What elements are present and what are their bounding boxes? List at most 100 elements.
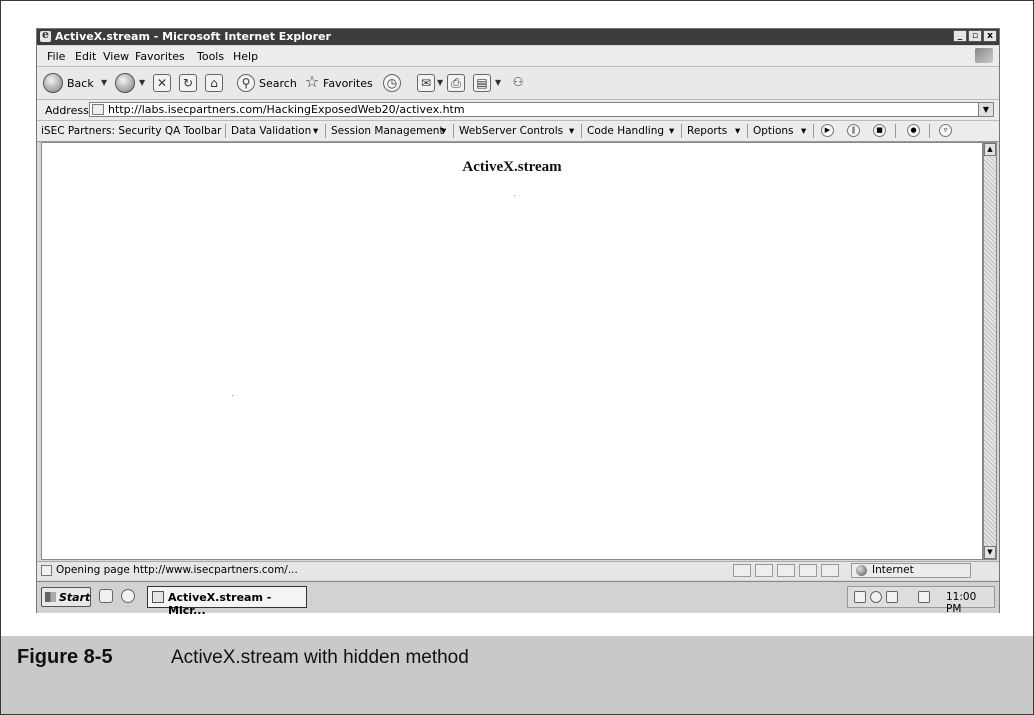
security-zone: Internet [851, 563, 971, 578]
edit-dropdown-icon[interactable]: ▼ [495, 78, 501, 87]
menu-webserver-controls[interactable]: WebServer Controls [459, 125, 563, 137]
toolbar-separator [929, 124, 930, 138]
status-pane [777, 564, 795, 577]
system-tray: 11:00 PM [847, 586, 995, 615]
code-handling-dropdown-icon[interactable]: ▾ [669, 125, 674, 137]
favorites-star-icon[interactable]: ☆ [303, 74, 321, 92]
history-icon[interactable]: ◷ [383, 74, 401, 92]
menu-file[interactable]: File [47, 50, 65, 63]
ie-icon [40, 28, 51, 42]
vertical-scrollbar[interactable]: ▲ ▼ [983, 142, 997, 560]
figure-caption: Figure 8-5 ActiveX.stream with hidden me… [1, 636, 1033, 714]
back-button-label[interactable]: Back [67, 77, 94, 90]
play-icon[interactable]: ▶ [821, 124, 834, 137]
menu-view[interactable]: View [103, 50, 129, 63]
hidden-activex-object [232, 395, 233, 396]
isec-security-toolbar: iSEC Partners: Security QA Toolbar Data … [37, 121, 999, 142]
isec-toolbar-title: iSEC Partners: Security QA Toolbar [41, 125, 222, 137]
menu-data-validation[interactable]: Data Validation [231, 125, 311, 137]
quicklaunch-desktop-icon[interactable] [99, 589, 113, 603]
menu-favorites[interactable]: Favorites [135, 50, 185, 63]
tray-app-icon[interactable] [886, 591, 898, 603]
tray-security-shield-icon[interactable] [918, 591, 930, 603]
print-icon[interactable]: ⎙ [447, 74, 465, 92]
address-url[interactable]: http://labs.isecpartners.com/HackingExpo… [108, 103, 465, 116]
loading-page-icon [41, 565, 52, 576]
page-content: ActiveX.stream [41, 142, 983, 560]
ie-task-icon [152, 591, 164, 603]
webserver-controls-dropdown-icon[interactable]: ▾ [569, 125, 574, 137]
start-button[interactable]: Start [41, 587, 91, 607]
title-bar: ActiveX.stream - Microsoft Internet Expl… [37, 28, 999, 45]
session-management-dropdown-icon[interactable]: ▾ [441, 125, 446, 137]
toolbar-options-icon[interactable]: ▿ [939, 124, 952, 137]
toolbar-separator [453, 124, 454, 138]
status-bar: Opening page http://www.isecpartners.com… [37, 561, 999, 580]
address-label: Address [45, 104, 89, 117]
toolbar-separator [747, 124, 748, 138]
menu-edit[interactable]: Edit [75, 50, 96, 63]
menu-bar: File Edit View Favorites Tools Help [37, 46, 999, 67]
tray-network-icon[interactable] [854, 591, 866, 603]
tray-clock-icon[interactable] [870, 591, 882, 603]
toolbar-separator [813, 124, 814, 138]
toolbar-separator [325, 124, 326, 138]
stop-icon[interactable]: ✕ [153, 74, 171, 92]
home-icon[interactable]: ⌂ [205, 74, 223, 92]
data-validation-dropdown-icon[interactable]: ▾ [313, 125, 318, 137]
status-pane [733, 564, 751, 577]
quicklaunch-ie-icon[interactable] [121, 589, 135, 603]
refresh-icon[interactable]: ↻ [179, 74, 197, 92]
toolbar-separator [225, 124, 226, 138]
stop-record-icon[interactable]: ■ [873, 124, 886, 137]
menu-code-handling[interactable]: Code Handling [587, 125, 664, 137]
edit-icon[interactable]: ▤ [473, 74, 491, 92]
status-pane [821, 564, 839, 577]
status-pane [755, 564, 773, 577]
address-dropdown-icon[interactable]: ▼ [978, 103, 993, 116]
toolbar-separator [681, 124, 682, 138]
hidden-activex-object [514, 195, 515, 196]
scroll-down-icon[interactable]: ▼ [984, 546, 996, 559]
mail-dropdown-icon[interactable]: ▼ [437, 78, 443, 87]
mail-icon[interactable]: ✉ [417, 74, 435, 92]
taskbar-ie-window[interactable]: ActiveX.stream - Micr... [147, 586, 307, 617]
minimize-button[interactable]: _ [953, 30, 967, 42]
status-pane [799, 564, 817, 577]
tray-messenger-icon[interactable] [902, 591, 914, 603]
clock: 11:00 PM [946, 591, 977, 615]
menu-session-management[interactable]: Session Management [331, 125, 444, 137]
address-input[interactable]: http://labs.isecpartners.com/HackingExpo… [89, 102, 994, 117]
close-button[interactable]: x [983, 30, 997, 42]
page-heading: ActiveX.stream [462, 159, 562, 175]
pause-icon[interactable]: ‖ [847, 124, 860, 137]
status-text: Opening page http://www.isecpartners.com… [56, 564, 298, 576]
scroll-up-icon[interactable]: ▲ [984, 143, 996, 156]
back-dropdown-icon[interactable]: ▼ [101, 78, 107, 87]
search-button-label[interactable]: Search [259, 77, 297, 90]
forward-dropdown-icon[interactable]: ▼ [139, 78, 145, 87]
address-bar: Address http://labs.isecpartners.com/Hac… [37, 100, 999, 121]
favorites-button-label[interactable]: Favorites [323, 77, 373, 90]
back-arrow-icon[interactable] [43, 73, 63, 93]
record-icon[interactable]: ● [907, 124, 920, 137]
messenger-icon[interactable]: ⚇ [509, 74, 527, 92]
toolbar-separator [895, 124, 896, 138]
page-icon [92, 104, 104, 115]
taskbar: Start ActiveX.stream - Micr... 11:00 PM [37, 581, 999, 617]
windows-flag-icon [45, 592, 56, 602]
maximize-button[interactable]: ▫ [968, 30, 982, 42]
window-controls: _ ▫ x [953, 30, 997, 42]
menu-reports[interactable]: Reports [687, 125, 727, 137]
forward-arrow-icon[interactable] [115, 73, 135, 93]
task-label: ActiveX.stream - Micr... [168, 591, 272, 617]
search-icon[interactable]: ⚲ [237, 74, 255, 92]
menu-options[interactable]: Options [753, 125, 794, 137]
figure-number: Figure 8-5 [17, 646, 113, 668]
reports-dropdown-icon[interactable]: ▾ [735, 125, 740, 137]
menu-tools[interactable]: Tools [197, 50, 224, 63]
window-title: ActiveX.stream - Microsoft Internet Expl… [55, 30, 331, 43]
menu-help[interactable]: Help [233, 50, 258, 63]
standard-toolbar: Back ▼ ▼ ✕ ↻ ⌂ ⚲ Search ☆ Favorites ◷ ✉ … [37, 67, 999, 100]
options-dropdown-icon[interactable]: ▾ [801, 125, 806, 137]
